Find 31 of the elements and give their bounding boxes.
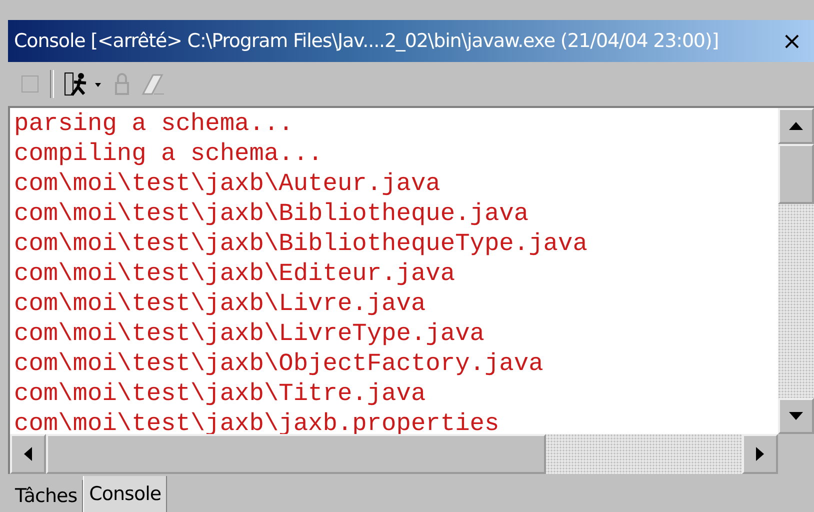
console-line: com\moi\test\jaxb\ObjectFactory.java: [14, 350, 544, 380]
running-figure-icon: [64, 71, 104, 97]
console-line: com\moi\test\jaxb\BibliothequeType.java: [14, 230, 588, 260]
console-line: com\moi\test\jaxb\jaxb.properties: [14, 410, 500, 440]
stop-icon: [20, 74, 40, 94]
down-arrow-icon: [789, 412, 803, 420]
lock-icon: [114, 72, 130, 96]
scrollbar-thumb[interactable]: [46, 434, 546, 474]
console-line: parsing a schema...: [14, 110, 294, 140]
scrollbar-thumb[interactable]: [778, 144, 814, 204]
window-title: Console [<arrêté> C:\Program Files\Jav....2_02\bin\javaw.exe (21/04/04 23:00)]: [14, 30, 719, 52]
console-line: com\moi\test\jaxb\Editeur.java: [14, 260, 456, 290]
toolbar-button[interactable]: [64, 71, 104, 97]
console-line: com\moi\test\jaxb\Titre.java: [14, 380, 427, 410]
tab[interactable]: Console: [83, 476, 168, 512]
console-line: com\moi\test\jaxb\Auteur.java: [14, 170, 442, 200]
eraser-icon: [140, 72, 166, 96]
scroll-left-button[interactable]: [10, 434, 46, 474]
console-line: com\moi\test\jaxb\Livre.java: [14, 290, 427, 320]
scroll-up-button[interactable]: [778, 108, 814, 144]
scroll-down-button[interactable]: [778, 398, 814, 434]
scroll-right-button[interactable]: [742, 434, 778, 474]
up-arrow-icon: [789, 122, 803, 130]
horizontal-scrollbar[interactable]: [10, 434, 814, 474]
console-line: com\moi\test\jaxb\LivreType.java: [14, 320, 486, 350]
close-button[interactable]: ×: [778, 27, 806, 55]
console-line: compiling a schema...: [14, 140, 324, 170]
vertical-scrollbar[interactable]: [778, 108, 814, 434]
console-line: com\moi\test\jaxb\Bibliotheque.java: [14, 200, 530, 230]
right-arrow-icon: [756, 447, 764, 461]
left-arrow-icon: [24, 447, 32, 461]
